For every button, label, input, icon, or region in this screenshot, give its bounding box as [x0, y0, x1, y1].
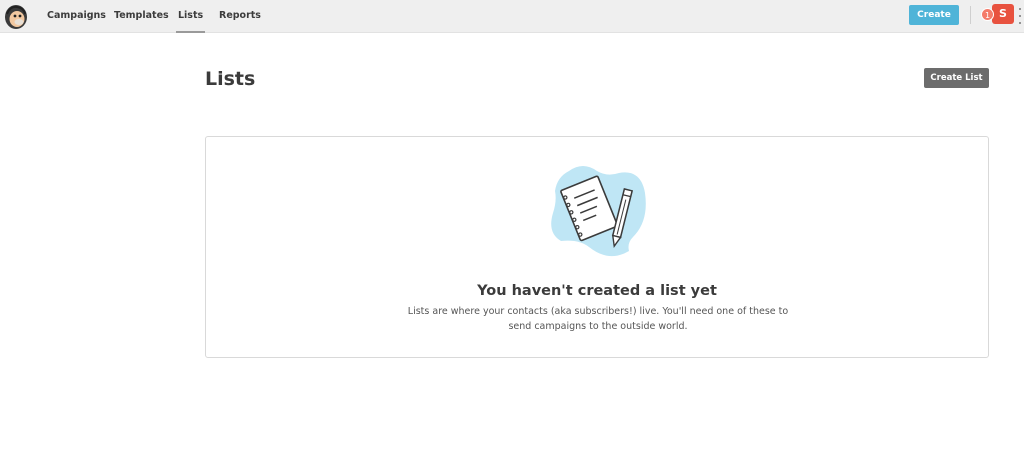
nav-item-reports[interactable]: Reports [219, 0, 261, 33]
create-list-button[interactable]: Create List [924, 68, 989, 88]
page-title: Lists [205, 68, 256, 90]
notification-badge[interactable]: 1 [981, 8, 994, 21]
empty-state-description: Lists are where your contacts (aka subsc… [407, 306, 789, 332]
vertical-dots-icon[interactable] [1019, 8, 1022, 24]
empty-state-card: You haven't created a list yet Lists are… [205, 136, 989, 358]
empty-state-title: You haven't created a list yet [477, 283, 717, 299]
create-button[interactable]: Create [909, 5, 959, 25]
nav-item-lists[interactable]: Lists [175, 0, 206, 33]
nav-item-campaigns[interactable]: Campaigns [47, 0, 106, 33]
mailchimp-logo-icon[interactable] [4, 4, 28, 30]
header-divider [970, 6, 971, 24]
nav-item-templates[interactable]: Templates [114, 0, 169, 33]
notepad-pencil-icon [551, 166, 646, 257]
top-navigation-bar: Campaigns Templates Lists Reports Create… [0, 0, 1024, 33]
user-avatar[interactable]: S [992, 4, 1014, 24]
